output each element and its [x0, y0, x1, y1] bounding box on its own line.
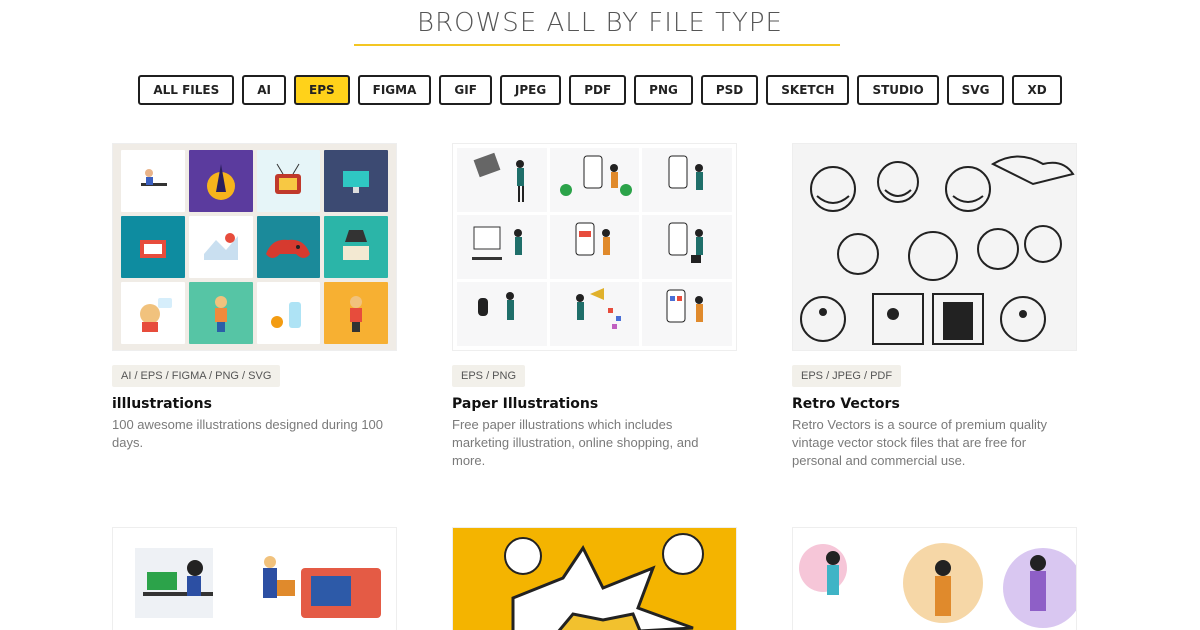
resource-card-thumbnail-row2-1[interactable]	[112, 527, 397, 630]
office-illustration-image	[135, 548, 381, 618]
card-description: Free paper illustrations which includes …	[452, 417, 699, 468]
filter-png-button[interactable]: PNG	[634, 75, 693, 105]
resource-card-illlustrations[interactable]: AI / EPS / FIGMA / PNG / SVG illlustrati…	[112, 143, 402, 452]
file-type-filters: ALL FILES AI EPS FIGMA GIF JPEG PDF PNG …	[0, 75, 1200, 105]
card-thumbnail[interactable]	[452, 143, 737, 351]
filter-gif-button[interactable]: GIF	[439, 75, 492, 105]
filter-xd-button[interactable]: XD	[1012, 75, 1062, 105]
filter-figma-button[interactable]: FIGMA	[357, 75, 432, 105]
filter-svg-button[interactable]: SVG	[946, 75, 1005, 105]
filter-all-files-button[interactable]: ALL FILES	[138, 75, 235, 105]
comic-boom-image	[504, 533, 704, 630]
card-description: 100 awesome illustrations designed durin…	[112, 417, 384, 450]
filter-eps-button[interactable]: EPS	[294, 75, 350, 105]
section-title: BROWSE ALL BY FILE TYPE	[417, 8, 783, 38]
card-file-types: EPS / JPEG / PDF	[792, 365, 902, 387]
title-underline	[354, 44, 840, 46]
filter-jpeg-button[interactable]: JPEG	[499, 75, 562, 105]
retro-vectors-preview-image	[800, 155, 1075, 345]
card-title[interactable]: illlustrations	[112, 396, 402, 412]
filter-sketch-button[interactable]: SKETCH	[766, 75, 850, 105]
card-file-types: AI / EPS / FIGMA / PNG / SVG	[112, 365, 281, 387]
resource-card-retro-vectors[interactable]: EPS / JPEG / PDF Retro Vectors Retro Vec…	[792, 143, 1082, 470]
people-dancing-image	[799, 543, 1076, 628]
card-thumbnail[interactable]	[792, 143, 1077, 351]
card-thumbnail[interactable]	[112, 143, 397, 351]
filter-psd-button[interactable]: PSD	[700, 75, 759, 105]
card-title[interactable]: Paper Illustrations	[452, 396, 742, 412]
card-description: Retro Vectors is a source of premium qua…	[792, 417, 1048, 468]
resource-card-thumbnail-row2-3[interactable]	[792, 527, 1077, 630]
filter-pdf-button[interactable]: PDF	[569, 75, 627, 105]
resource-card-thumbnail-row2-2[interactable]	[452, 527, 737, 630]
illustrations-preview-image	[113, 144, 396, 350]
card-file-types: EPS / PNG	[452, 365, 526, 387]
paper-illustrations-preview-image	[453, 144, 736, 350]
card-title[interactable]: Retro Vectors	[792, 396, 1082, 412]
filter-studio-button[interactable]: STUDIO	[857, 75, 939, 105]
resource-card-paper-illustrations[interactable]: EPS / PNG Paper Illustrations Free paper…	[452, 143, 742, 470]
filter-ai-button[interactable]: AI	[242, 75, 286, 105]
